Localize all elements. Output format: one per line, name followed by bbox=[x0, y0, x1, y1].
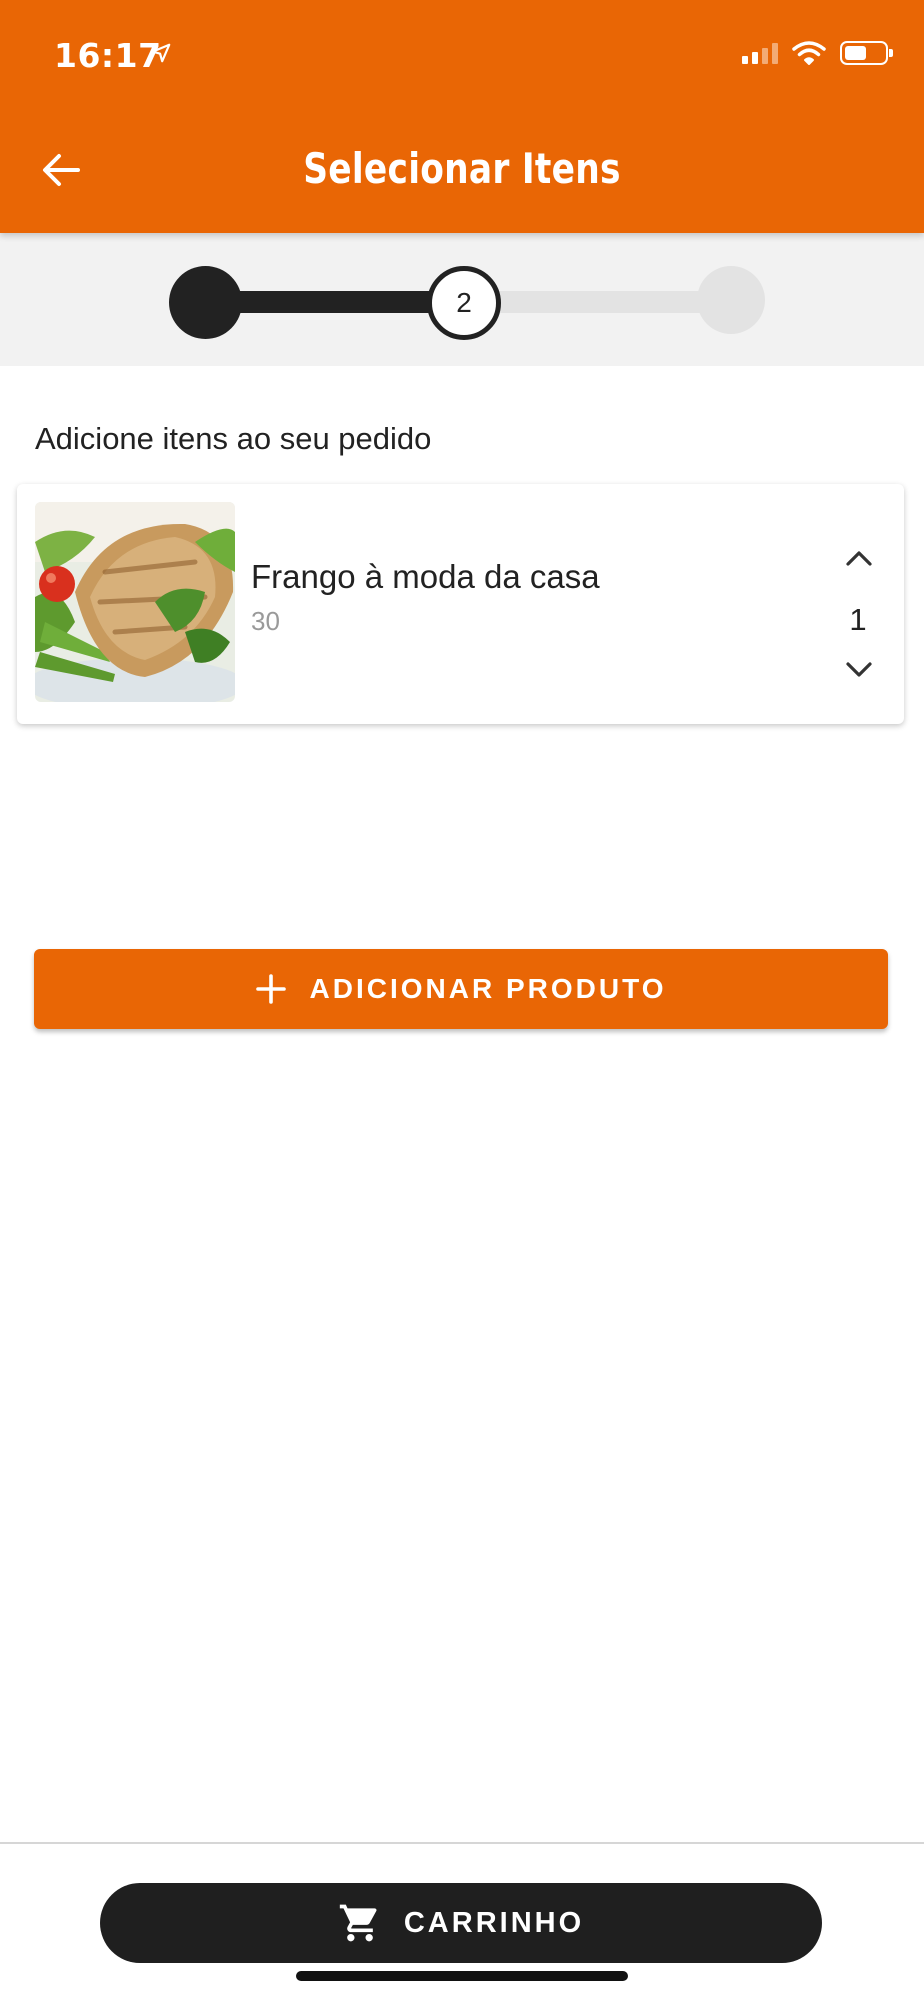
quantity-value: 1 bbox=[849, 602, 867, 637]
battery-icon bbox=[840, 41, 893, 65]
section-label: Adicione itens ao seu pedido bbox=[35, 421, 432, 456]
chevron-down-icon bbox=[846, 662, 872, 677]
step-2-current: 2 bbox=[427, 266, 501, 340]
step-1-completed bbox=[169, 266, 242, 339]
cart-label: CARRINHO bbox=[403, 1906, 585, 1939]
list-item: Frango à moda da casa 30 1 bbox=[17, 484, 904, 724]
step-2-label: 2 bbox=[456, 287, 472, 318]
step-3-pending bbox=[697, 266, 765, 334]
quantity-decrease-button[interactable] bbox=[837, 652, 881, 688]
page-title: Selecionar Itens bbox=[303, 144, 621, 193]
back-button[interactable] bbox=[36, 145, 86, 195]
quantity-increase-button[interactable] bbox=[837, 540, 881, 576]
chevron-up-icon bbox=[846, 551, 872, 566]
add-product-label: ADICIONAR PRODUTO bbox=[309, 973, 667, 1004]
stepper-track-completed bbox=[205, 291, 465, 313]
stepper-track-pending bbox=[465, 291, 730, 313]
wifi-icon bbox=[792, 41, 826, 65]
arrow-left-icon bbox=[43, 154, 80, 186]
location-arrow-icon bbox=[151, 43, 171, 63]
shopping-cart-icon bbox=[339, 1904, 377, 1942]
status-icons bbox=[742, 38, 893, 68]
item-name: Frango à moda da casa bbox=[251, 558, 600, 595]
add-product-button[interactable]: ADICIONAR PRODUTO bbox=[34, 949, 888, 1029]
cellular-signal-icon bbox=[742, 42, 778, 64]
home-indicator bbox=[296, 1971, 628, 1981]
plus-icon bbox=[255, 974, 286, 1004]
item-subtitle: 30 bbox=[251, 606, 280, 636]
product-image bbox=[35, 502, 235, 702]
status-time: 16:17 bbox=[54, 36, 162, 75]
cart-button[interactable]: CARRINHO bbox=[100, 1883, 822, 1963]
app-header: 16:17 Selecionar Itens bbox=[0, 0, 924, 233]
